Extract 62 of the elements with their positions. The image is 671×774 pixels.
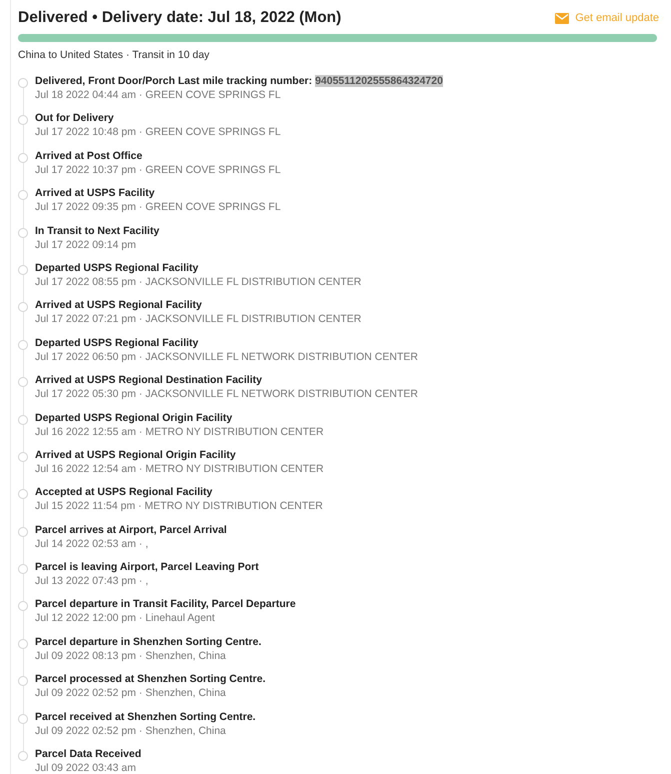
event-title: Departed USPS Regional Origin Facility [35,412,234,425]
event-detail: Jul 13 2022 07:43 pm · , [35,575,150,588]
timeline-dot-icon [18,340,28,350]
email-update-link[interactable]: Get email update [555,12,659,24]
event-title: Parcel Data Received [35,748,142,762]
event-detail: Jul 09 2022 08:13 pm · Shenzhen, China [35,650,227,663]
event-detail: Jul 16 2022 12:54 am · METRO NY DISTRIBUTION CENTER [35,462,324,476]
event-detail: Jul 16 2022 12:55 am · METRO NY DISTRIBUTION CENTER [35,426,324,439]
event-detail: Jul 09 2022 02:52 pm · Shenzhen, China [35,687,227,700]
event-title: Arrived at Post Office [35,150,144,163]
envelope-icon [555,12,570,24]
event-title: Departed USPS Regional Facility [35,262,200,275]
timeline-dot-icon [18,302,28,312]
timeline-dot-icon [18,489,28,500]
event-detail: Jul 17 2022 09:14 pm [35,238,137,252]
event-detail: Jul 09 2022 02:52 pm · Shenzhen, China [35,724,227,738]
event-detail: Jul 17 2022 06:50 pm · JACKSONVILLE FL NETWORK DISTRIBUTION CENTER [35,350,418,364]
event-title: Parcel departure in Transit Facility, Parcel Departure [35,598,296,612]
timeline-dot-icon [18,601,28,612]
event-title: Arrived at USPS Regional Destination Facility [35,374,263,388]
event-detail: Jul 17 2022 10:37 pm · GREEN COVE SPRINGS FL [35,164,281,177]
event-detail: Jul 14 2022 02:53 am · , [35,538,150,551]
timeline-dot-icon [18,526,28,537]
event-title: Arrived at USPS Facility [35,187,156,200]
timeline-dot-icon [18,377,28,388]
timeline-dot-icon [18,638,28,649]
event-title: Arrived at USPS Regional Origin Facility [35,448,237,462]
event-title: In Transit to Next Facility [35,224,160,238]
event-title: Out for Delivery [35,112,115,126]
timeline-dot-icon [18,714,28,724]
timeline-dot-icon [18,564,28,574]
event-title: Parcel departure in Shenzhen Sorting Centre. [35,636,262,649]
timeline-dot-icon [18,115,28,126]
event-title: Departed USPS Regional Facility [35,336,200,350]
tracking-number: 9405511202555864324720 [315,75,443,87]
event-detail: Jul 17 2022 05:30 pm · JACKSONVILLE FL NETWORK DISTRIBUTION CENTER [35,388,418,402]
event-title: Parcel processed at Shenzhen Sorting Centre. [35,673,266,686]
route-summary: China to United States · Transit in 10 day [18,49,210,61]
timeline-dot-icon [18,751,28,762]
event-detail: Jul 09 2022 03:43 am [35,762,137,774]
event-title: Delivered, Front Door/Porch Last mile tracking number: 9405511202555864324720 [35,75,443,88]
event-title: Arrived at USPS Regional Facility [35,299,203,312]
timeline-dot-icon [18,78,28,88]
event-title: Parcel is leaving Airport, Parcel Leaving Port [35,561,259,574]
event-detail: Jul 17 2022 07:21 pm · JACKSONVILLE FL DISTRIBUTION CENTER [35,313,362,326]
event-title: Parcel arrives at Airport, Parcel Arrival [35,524,227,537]
event-detail: Jul 17 2022 08:55 pm · JACKSONVILLE FL DISTRIBUTION CENTER [35,276,362,289]
event-detail: Jul 15 2022 11:54 pm · METRO NY DISTRIBUTION CENTER [35,500,323,514]
event-detail: Jul 17 2022 10:48 pm · GREEN COVE SPRINGS FL [35,126,281,140]
timeline-dot-icon [18,228,28,238]
timeline-dot-icon [18,414,28,425]
event-title: Parcel received at Shenzhen Sorting Centre. [35,710,256,724]
event-detail: Jul 17 2022 09:35 pm · GREEN COVE SPRINGS FL [35,201,281,214]
timeline-dot-icon [18,452,28,462]
timeline-dot-icon [18,152,28,163]
delivery-title: Delivered • Delivery date: Jul 18, 2022 (Mon) [18,9,342,27]
event-detail: Jul 18 2022 04:44 am · GREEN COVE SPRINGS FL [35,89,282,102]
timeline-dot-icon [18,676,28,686]
timeline-dot-icon [18,190,28,200]
event-detail: Jul 12 2022 12:00 pm · Linehaul Agent [35,612,216,626]
event-title: Accepted at USPS Regional Facility [35,486,214,500]
timeline-dot-icon [18,264,28,275]
